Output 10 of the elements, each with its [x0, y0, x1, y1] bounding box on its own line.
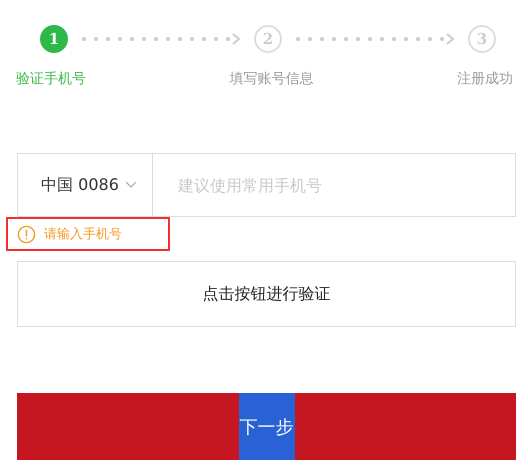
next-button[interactable]: 下一步: [17, 393, 516, 460]
chevron-down-icon: [124, 181, 137, 189]
step-label: 填写账号信息: [230, 70, 314, 88]
error-message: 请输入手机号: [44, 226, 122, 243]
verify-button[interactable]: 点击按钮进行验证: [17, 261, 516, 327]
step-label: 注册成功: [457, 70, 513, 88]
warning-icon: [17, 224, 36, 244]
country-code-dropdown[interactable]: 中国 0086: [18, 154, 153, 216]
step-label: 验证手机号: [16, 70, 86, 88]
step-number: 1: [40, 25, 68, 53]
